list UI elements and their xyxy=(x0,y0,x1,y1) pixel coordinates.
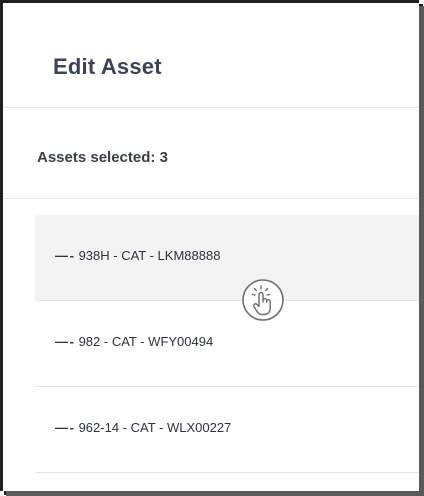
asset-label: 938H - CAT - LKM88888 xyxy=(78,248,221,263)
asset-label: 982 - CAT - WFY00494 xyxy=(78,334,214,349)
tap-gesture-icon xyxy=(242,279,284,321)
asset-row-2[interactable]: — - 982 - CAT - WFY00494 xyxy=(35,301,419,387)
selection-summary: Assets selected: 3 xyxy=(3,108,419,199)
asset-row-text: — - 962-14 - CAT - WLX00227 xyxy=(55,420,231,436)
assets-selected-count: Assets selected: 3 xyxy=(37,149,168,166)
asset-row-1[interactable]: — - 938H - CAT - LKM88888 xyxy=(35,215,419,301)
asset-row-text: — - 982 - CAT - WFY00494 xyxy=(55,334,213,350)
row-prefix: — - xyxy=(55,248,74,263)
row-prefix: — - xyxy=(55,334,74,349)
asset-row-text: — - 938H - CAT - LKM88888 xyxy=(55,248,220,264)
asset-label: 962-14 - CAT - WLX00227 xyxy=(78,420,232,435)
panel-header: Edit Asset xyxy=(3,3,419,108)
asset-row-3[interactable]: — - 962-14 - CAT - WLX00227 xyxy=(35,387,419,473)
asset-list: — - 938H - CAT - LKM88888 — - 982 - CAT … xyxy=(35,215,419,473)
page-title: Edit Asset xyxy=(53,54,162,79)
row-prefix: — - xyxy=(55,420,74,435)
edit-asset-panel: Edit Asset Assets selected: 3 — - 938H -… xyxy=(0,0,419,491)
